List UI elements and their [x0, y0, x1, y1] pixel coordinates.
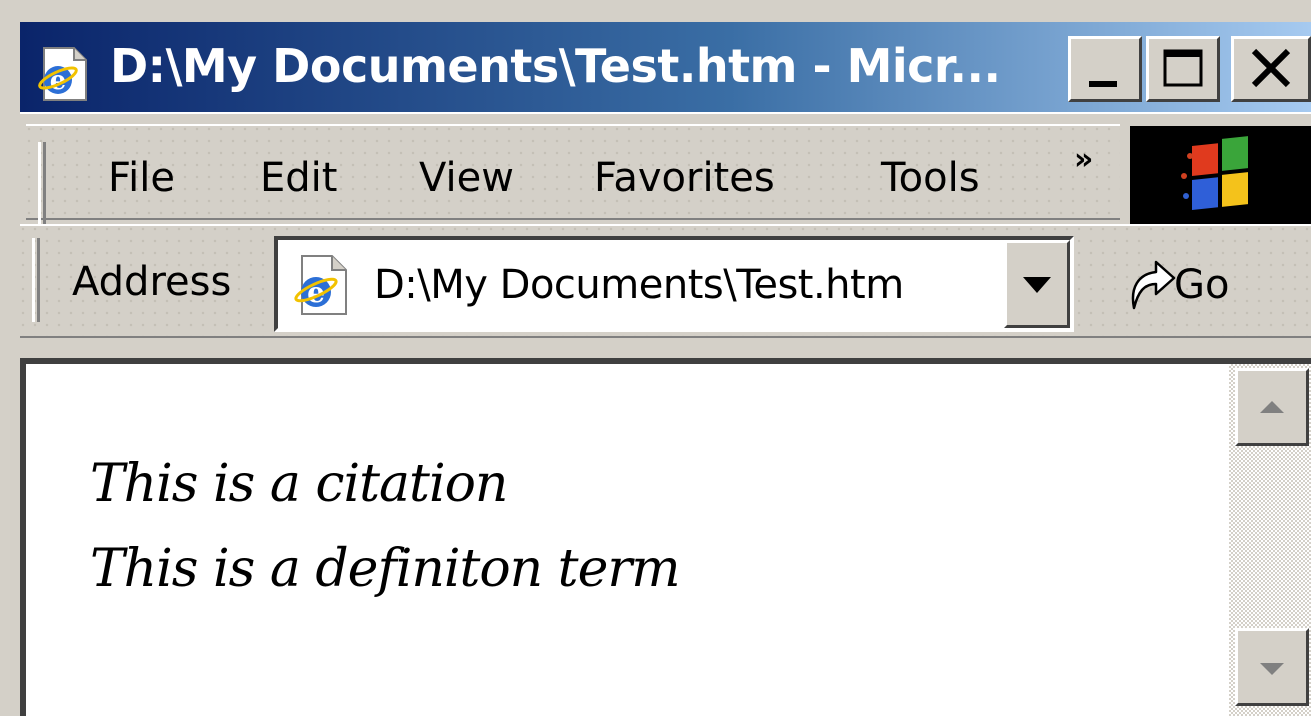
address-input[interactable]: e D:\My Documents\Test.htm [274, 236, 1074, 332]
menu-strip: File Edit View Favorites Tools » [26, 124, 1120, 224]
close-icon [1251, 48, 1291, 88]
address-value: D:\My Documents\Test.htm [374, 262, 904, 308]
menu-tools[interactable]: Tools [881, 146, 980, 210]
address-label: Address [72, 259, 232, 305]
address-bar: Address e D:\My Documents\Test.htm Go [20, 224, 1311, 338]
menu-view[interactable]: View [419, 146, 514, 210]
arrow-down-icon [1260, 663, 1284, 675]
chevron-down-icon [1023, 277, 1051, 293]
menu-edit[interactable]: Edit [260, 146, 337, 210]
menu-favorites[interactable]: Favorites [594, 146, 775, 210]
go-label: Go [1174, 262, 1230, 308]
menu-file[interactable]: File [108, 146, 175, 210]
maximize-icon [1163, 49, 1203, 87]
page-content: This is a citation This is a definiton t… [20, 358, 1311, 716]
close-button[interactable] [1231, 36, 1311, 102]
scroll-up-button[interactable] [1235, 368, 1309, 446]
maximize-button[interactable] [1146, 36, 1220, 102]
vertical-scrollbar[interactable] [1229, 364, 1311, 716]
go-arrow-icon [1131, 260, 1176, 310]
window-title: D:\My Documents\Test.htm - Micr... [110, 39, 1001, 93]
toolbar-grip[interactable] [38, 142, 46, 224]
menu-bar: File Edit View Favorites Tools » [20, 112, 1311, 226]
address-dropdown-button[interactable] [1004, 240, 1070, 328]
windows-logo-throbber [1130, 126, 1311, 226]
go-button[interactable]: Go [1116, 242, 1296, 326]
ie-page-icon: e [38, 47, 87, 101]
windows-logo-icon [1181, 136, 1248, 210]
title-bar[interactable]: e D:\My Documents\Test.htm - Micr... [20, 22, 1311, 112]
arrow-up-icon [1260, 401, 1284, 413]
minimize-icon [1089, 81, 1117, 87]
citation-text: This is a citation [90, 454, 508, 514]
browser-window: e D:\My Documents\Test.htm - Micr... Fil… [0, 0, 1311, 716]
toolbar-grip[interactable] [32, 238, 40, 322]
definition-term-text: This is a definiton term [90, 539, 681, 599]
minimize-button[interactable] [1068, 36, 1142, 102]
ie-page-icon: e [294, 255, 347, 315]
scroll-down-button[interactable] [1235, 628, 1309, 706]
menu-overflow-chevron[interactable]: » [1074, 142, 1093, 177]
